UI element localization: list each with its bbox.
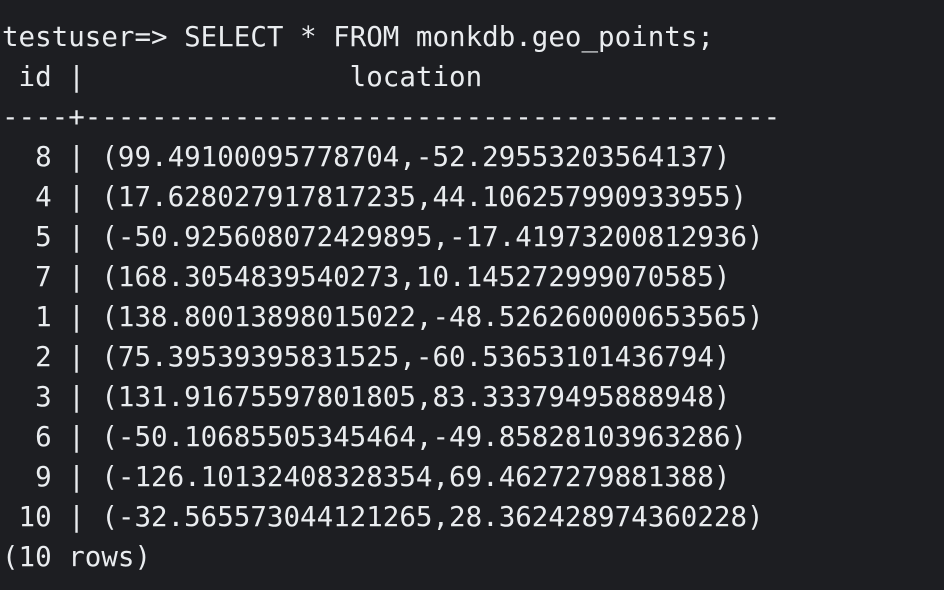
result-separator: ----+-----------------------------------… (2, 101, 781, 133)
result-header: id | location (2, 61, 483, 93)
result-row: 6 | (-50.10685505345464,-49.858281039632… (2, 421, 748, 453)
shell-prompt: testuser=> (2, 21, 185, 53)
result-row: 8 | (99.49100095778704,-52.2955320356413… (2, 141, 731, 173)
terminal-window[interactable]: testuser=> SELECT * FROM monkdb.geo_poin… (0, 0, 944, 590)
result-row: 1 | (138.80013898015022,-48.526260000653… (2, 301, 764, 333)
result-row: 3 | (131.91675597801805,83.3337949588894… (2, 381, 731, 413)
result-row: 7 | (168.3054839540273,10.14527299907058… (2, 261, 731, 293)
sql-command: SELECT * FROM monkdb.geo_points; (184, 21, 714, 53)
result-row: 2 | (75.39539395831525,-60.5365310143679… (2, 341, 731, 373)
result-row: 9 | (-126.10132408328354,69.462727988138… (2, 461, 731, 493)
result-row: 4 | (17.628027917817235,44.1062579909339… (2, 181, 748, 213)
result-row: 10 | (-32.565573044121265,28.36242897436… (2, 501, 764, 533)
result-row: 5 | (-50.925608072429895,-17.41973200812… (2, 221, 764, 253)
row-count-footer: (10 rows) (2, 541, 152, 573)
command-line: testuser=> SELECT * FROM monkdb.geo_poin… (2, 17, 944, 57)
